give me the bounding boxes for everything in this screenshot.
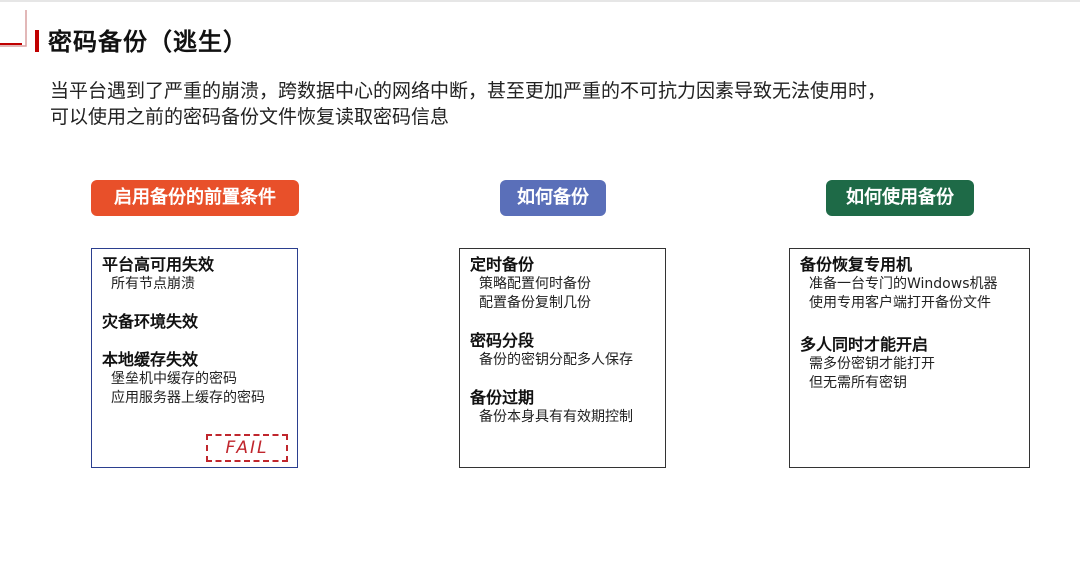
group-item: 需多份密钥才能打开 <box>809 356 935 372</box>
card-how-to-backup: 定时备份 策略配置何时备份 配置备份复制几份 密码分段 备份的密钥分配多人保存 … <box>459 248 666 468</box>
group-item: 备份的密钥分配多人保存 <box>479 352 633 368</box>
group-heading: 备份恢复专用机 <box>800 255 913 274</box>
group-heading: 灾备环境失效 <box>102 312 199 331</box>
pill-prerequisites: 启用备份的前置条件 <box>91 180 299 216</box>
list-item: 备份过期 备份本身具有有效期控制 <box>470 388 655 427</box>
intro-line-2: 可以使用之前的密码备份文件恢复读取密码信息 <box>50 106 450 128</box>
group-item: 准备一台专门的Windows机器 <box>809 276 998 292</box>
title-accent-bar <box>35 30 39 52</box>
group-heading: 备份过期 <box>470 388 535 407</box>
top-rule <box>0 0 1080 2</box>
pill-how-to-use-backup: 如何使用备份 <box>826 180 974 216</box>
list-item: 备份恢复专用机 准备一台专门的Windows机器 使用专用客户端打开备份文件 <box>800 255 1019 313</box>
group-item: 应用服务器上缓存的密码 <box>111 390 265 406</box>
corner-decoration <box>0 10 27 47</box>
fail-stamp: FAIL <box>206 434 288 462</box>
group-heading: 本地缓存失效 <box>102 350 199 369</box>
group-heading: 定时备份 <box>470 255 535 274</box>
pill-how-to-backup: 如何备份 <box>500 180 606 216</box>
intro-paragraph: 当平台遇到了严重的崩溃，跨数据中心的网络中断，甚至更加严重的不可抗力因素导致无法… <box>50 78 1050 130</box>
group-item: 所有节点崩溃 <box>111 276 195 292</box>
intro-line-1: 当平台遇到了严重的崩溃，跨数据中心的网络中断，甚至更加严重的不可抗力因素导致无法… <box>50 80 887 102</box>
list-item: 平台高可用失效 所有节点崩溃 <box>102 255 287 294</box>
group-item: 策略配置何时备份 <box>479 276 591 292</box>
group-heading: 密码分段 <box>470 331 535 350</box>
group-item: 使用专用客户端打开备份文件 <box>809 295 991 311</box>
group-item: 堡垒机中缓存的密码 <box>111 371 237 387</box>
group-heading: 多人同时才能开启 <box>800 335 929 354</box>
list-item: 本地缓存失效 堡垒机中缓存的密码 应用服务器上缓存的密码 <box>102 350 287 408</box>
group-item: 配置备份复制几份 <box>479 295 591 311</box>
card-how-to-use-backup: 备份恢复专用机 准备一台专门的Windows机器 使用专用客户端打开备份文件 多… <box>789 248 1030 468</box>
list-item: 灾备环境失效 <box>102 312 287 332</box>
list-item: 多人同时才能开启 需多份密钥才能打开 但无需所有密钥 <box>800 335 1019 393</box>
group-heading: 平台高可用失效 <box>102 255 215 274</box>
group-item: 但无需所有密钥 <box>809 375 907 391</box>
list-item: 密码分段 备份的密钥分配多人保存 <box>470 331 655 370</box>
page-title: 密码备份（逃生） <box>48 28 248 56</box>
group-item: 备份本身具有有效期控制 <box>479 409 633 425</box>
list-item: 定时备份 策略配置何时备份 配置备份复制几份 <box>470 255 655 313</box>
